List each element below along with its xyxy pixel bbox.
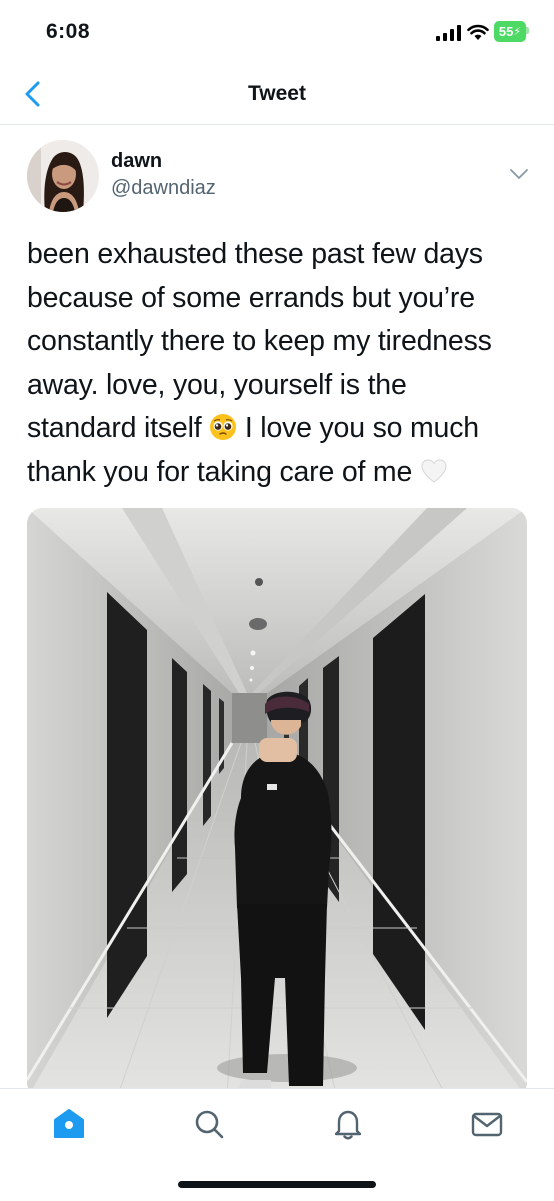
battery-charging-icon: 55 ⚡: [494, 21, 532, 42]
white-heart-emoji: [421, 458, 447, 483]
home-indicator: [178, 1181, 376, 1188]
tweet-line: away. love, you, yourself is the: [27, 368, 407, 401]
wifi-icon: [467, 24, 489, 40]
display-name[interactable]: dawn: [111, 150, 162, 173]
tweet-line: thank you for taking care of me: [27, 451, 532, 495]
battery-level: 55 ⚡: [494, 21, 526, 42]
avatar[interactable]: [27, 140, 99, 212]
tweet-line: standard itself I love you so much: [27, 407, 532, 451]
status-time: 6:08: [46, 20, 91, 43]
home-icon[interactable]: [52, 1107, 86, 1141]
tweet-text: been exhausted these past few days becau…: [27, 233, 532, 494]
tweet-line: because of some errands but you’re: [27, 281, 475, 314]
messages-envelope-icon[interactable]: [470, 1107, 504, 1141]
search-icon[interactable]: [192, 1107, 226, 1141]
user-handle[interactable]: @dawndiaz: [111, 177, 216, 200]
notifications-bell-icon[interactable]: [331, 1107, 365, 1141]
tweet-line: constantly there to keep my tiredness: [27, 325, 492, 357]
nav-header: Tweet: [0, 64, 554, 125]
pleading-face-emoji: [210, 414, 237, 440]
tweet-text-segment: standard itself: [27, 412, 202, 444]
hallway-photo: [27, 508, 527, 1098]
signal-icon: [436, 25, 461, 41]
avatar-image: [27, 140, 99, 212]
tweet-image[interactable]: [27, 508, 527, 1098]
page-title: Tweet: [248, 82, 306, 105]
status-bar: 6:08 55 ⚡: [0, 0, 554, 64]
chevron-down-icon[interactable]: [508, 166, 530, 182]
tweet-text-segment: thank you for taking care of me: [27, 455, 413, 488]
tweet-line: been exhausted these past few days: [27, 238, 483, 270]
tweet-text-segment: I love you so much: [244, 412, 479, 444]
